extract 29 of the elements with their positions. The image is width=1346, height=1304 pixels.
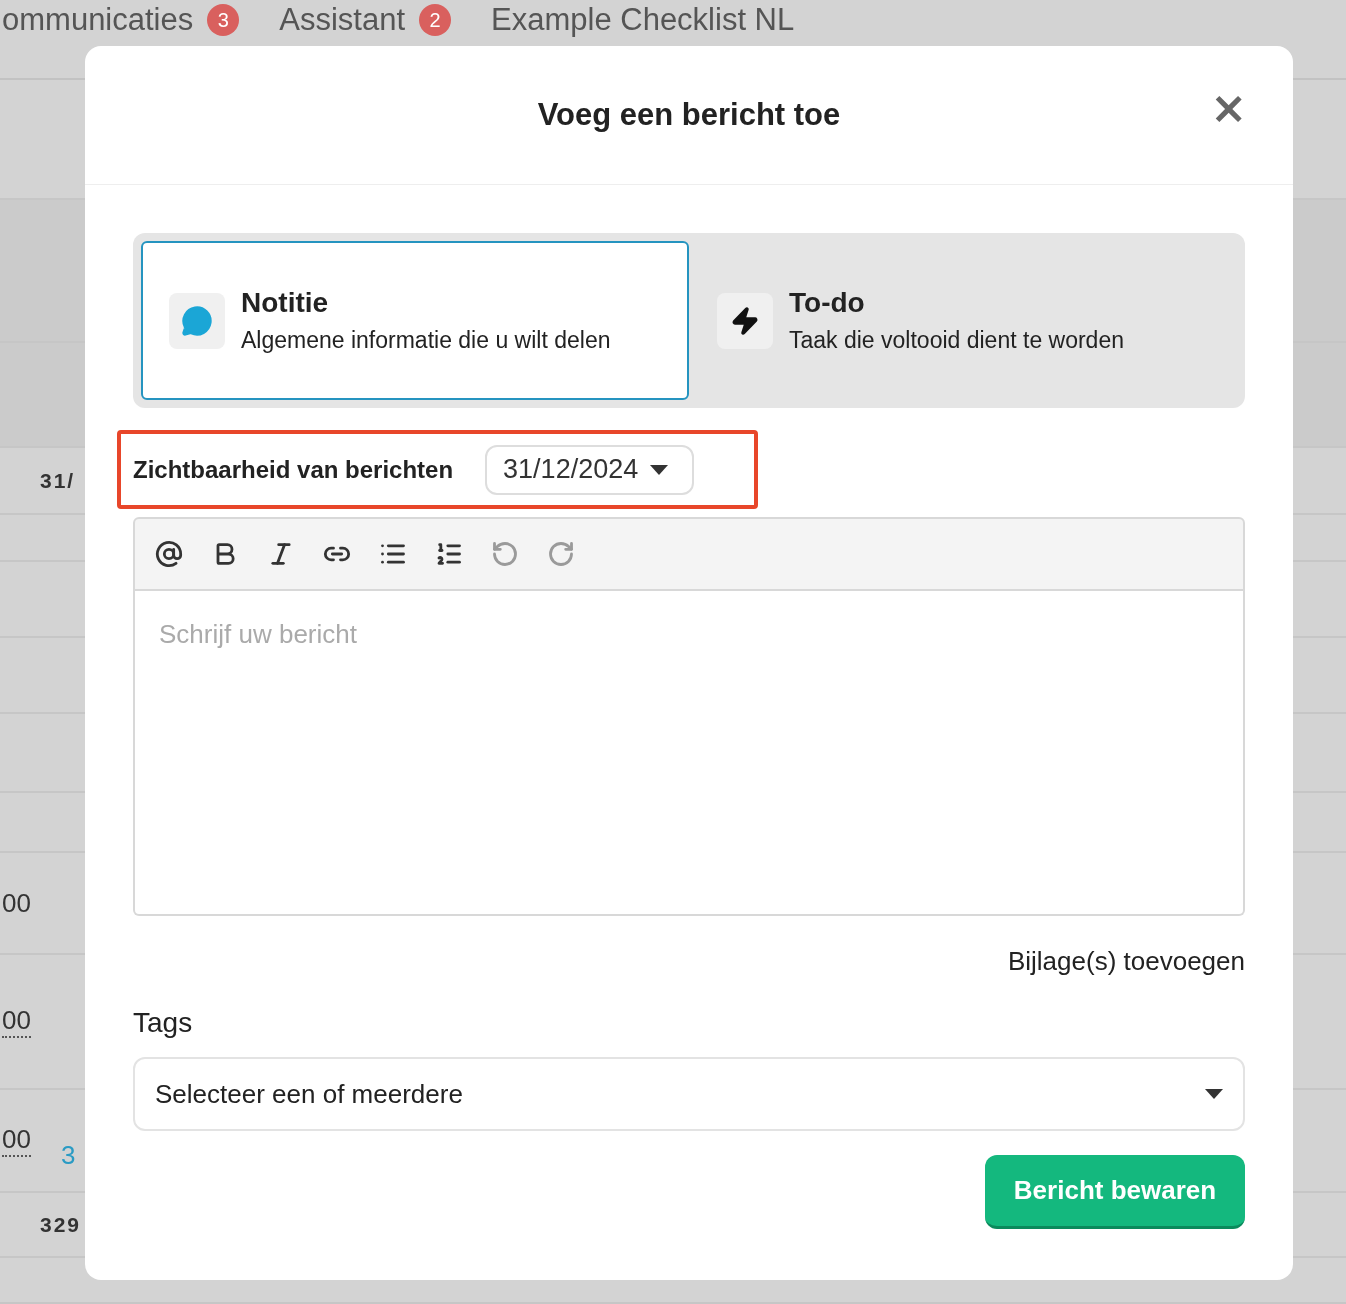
type-title: Notitie: [241, 287, 330, 319]
attach-link[interactable]: Bijlage(s) toevoegen: [1007, 946, 1245, 977]
table-cell: 31/: [40, 468, 76, 493]
dialog-title: Voeg een bericht toe: [537, 97, 841, 133]
type-description: Taak die voltooid dient te worden: [789, 327, 1124, 354]
type-title: To-do: [789, 287, 866, 319]
table-cell: 329: [40, 1212, 82, 1237]
date-dropdown[interactable]: 31/12/2024: [485, 444, 695, 495]
message-type-option[interactable]: Notitie Algemene informatie die u wilt delen: [141, 241, 689, 400]
table-cell: 00: [2, 887, 31, 919]
mention-button[interactable]: [155, 540, 183, 568]
message-type-option[interactable]: To-do Taak die voltooid dient te worden: [689, 241, 1237, 400]
caret-icon: [650, 464, 669, 475]
lightning-icon: [730, 305, 760, 336]
type-description: Algemene informatie die u wilt delen: [241, 327, 611, 354]
speech-bubble-icon: [181, 304, 213, 337]
table-cell: 00: [2, 1005, 31, 1038]
tags-dropdown[interactable]: Selecteer een of meerdere: [133, 1057, 1245, 1131]
message-input[interactable]: Schrijf uw bericht: [133, 591, 1245, 916]
count-badge: 2: [419, 4, 452, 36]
table-cell: 00: [2, 1124, 31, 1157]
tags-label: Tags: [133, 1007, 194, 1039]
numbered-list-button[interactable]: [435, 540, 463, 568]
tab-label[interactable]: Assistant: [279, 2, 406, 38]
tab-label[interactable]: Example Checklist NL: [491, 2, 795, 38]
count-badge: 3: [207, 4, 240, 36]
visibility-label: Zichtbaarheid van berichten: [133, 455, 454, 484]
close-button[interactable]: ×: [1210, 86, 1247, 130]
tab-label[interactable]: ommunicaties: [2, 2, 194, 38]
